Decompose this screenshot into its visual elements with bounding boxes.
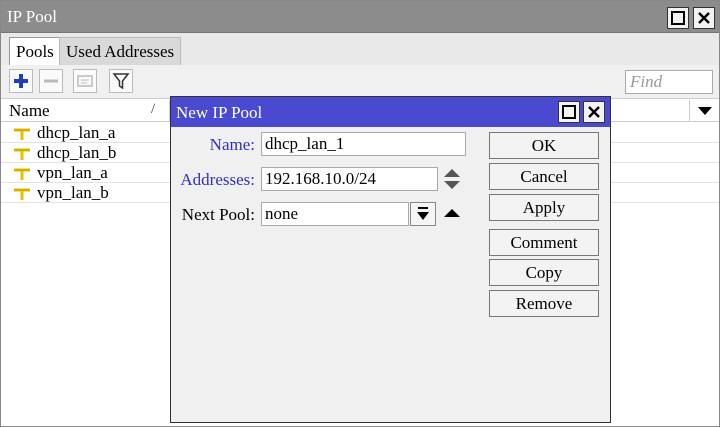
column-name-header[interactable]: Name: [9, 101, 50, 121]
comment-button[interactable]: Comment: [489, 229, 599, 256]
comment-icon: [77, 75, 93, 87]
dropdown-arrow-icon: [417, 207, 429, 220]
tab-pools[interactable]: Pools: [9, 37, 61, 65]
pool-name: dhcp_lan_b: [37, 143, 117, 162]
maximize-button[interactable]: [667, 7, 689, 29]
close-icon: [588, 106, 600, 118]
copy-button[interactable]: Copy: [489, 259, 599, 286]
filter-icon: [112, 73, 130, 90]
plus-icon: [14, 74, 28, 88]
window-title: IP Pool: [7, 7, 57, 26]
pool-name: vpn_lan_a: [37, 163, 108, 182]
dialog-title: New IP Pool: [176, 103, 263, 122]
next-pool-label: Next Pool:: [181, 205, 255, 224]
columns-dropdown-button[interactable]: [689, 100, 719, 122]
addresses-spinner-icon[interactable]: [444, 167, 460, 191]
apply-button[interactable]: Apply: [489, 194, 599, 221]
comment-button[interactable]: [73, 69, 97, 93]
tab-bar: Pools Used Addresses: [1, 33, 719, 65]
close-button[interactable]: [693, 7, 715, 29]
addresses-label: Addresses:: [180, 170, 255, 189]
dialog-titlebar[interactable]: New IP Pool: [171, 97, 610, 127]
cancel-button[interactable]: Cancel: [489, 163, 599, 190]
toolbar: Find: [1, 65, 719, 99]
pool-icon: [14, 148, 30, 160]
filter-button[interactable]: [109, 69, 133, 93]
triangle-down-icon: [697, 107, 712, 115]
tab-used-addresses[interactable]: Used Addresses: [59, 37, 182, 65]
pool-name: vpn_lan_b: [37, 183, 109, 202]
dialog-maximize-button[interactable]: [558, 101, 580, 123]
maximize-icon: [562, 105, 576, 119]
next-pool-remove-icon[interactable]: [444, 207, 460, 219]
new-ip-pool-dialog: New IP Pool Name: dhcp_lan_1 Addresses: …: [170, 96, 611, 423]
add-button[interactable]: [9, 69, 33, 93]
addresses-field[interactable]: 192.168.10.0/24: [261, 167, 438, 191]
find-input[interactable]: Find: [625, 70, 713, 94]
name-field[interactable]: dhcp_lan_1: [261, 132, 466, 156]
next-pool-select[interactable]: none: [261, 202, 409, 226]
close-icon: [698, 12, 710, 24]
next-pool-dropdown-button[interactable]: [410, 202, 436, 226]
ok-button[interactable]: OK: [489, 132, 599, 159]
pool-icon: [14, 168, 30, 180]
pool-icon: [14, 128, 30, 140]
dialog-close-button[interactable]: [583, 101, 605, 123]
pool-name: dhcp_lan_a: [37, 123, 116, 142]
sort-indicator: /: [151, 101, 156, 117]
maximize-icon: [671, 11, 685, 25]
remove-button[interactable]: Remove: [489, 290, 599, 317]
name-label: Name:: [209, 135, 255, 154]
window-titlebar[interactable]: IP Pool: [1, 1, 719, 33]
pool-icon: [14, 188, 30, 200]
remove-button[interactable]: [39, 69, 63, 93]
minus-icon: [44, 79, 58, 83]
